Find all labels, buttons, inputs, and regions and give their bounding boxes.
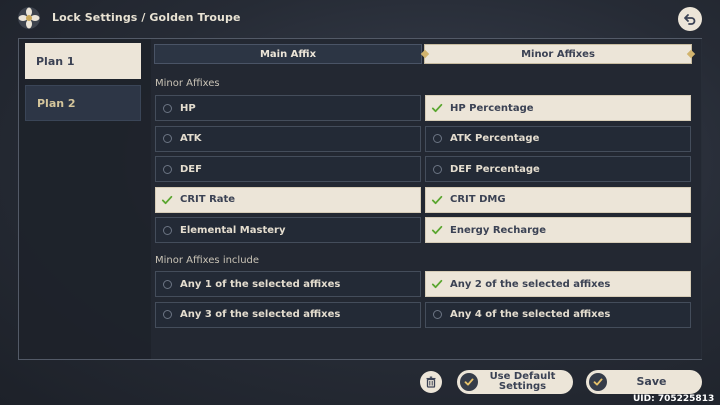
confirm-check-icon [460,373,478,391]
affix-option[interactable]: CRIT DMG [425,186,691,213]
option-label: CRIT DMG [450,194,506,206]
option-label: HP [180,102,196,114]
affix-option[interactable]: Any 4 of the selected affixes [425,301,691,328]
checkmark-icon [161,195,173,204]
plan-label: Plan 1 [36,54,75,68]
use-default-settings-button[interactable]: Use Default Settings [457,370,573,394]
checkmark-icon [431,278,443,290]
checkmark-icon [431,279,443,289]
option-label: Energy Recharge [450,224,546,236]
affix-option[interactable]: Any 1 of the selected affixes [155,271,421,297]
plan-1-tab[interactable]: Plan 1 [25,43,141,79]
delete-button[interactable] [420,371,442,393]
checkmark-icon [431,102,443,114]
radio-circle-icon [161,133,173,145]
option-label: ATK [180,133,202,145]
confirm-check-icon [589,373,607,391]
radio-circle-icon [431,163,443,175]
affix-option[interactable]: HP [155,95,421,121]
checkmark-icon [431,194,443,206]
plan-label: Plan 2 [37,96,76,110]
checkmark-icon [431,195,443,204]
affix-option[interactable]: DEF [155,156,421,183]
artifact-flower-icon [17,6,41,30]
affix-option[interactable]: CRIT Rate [155,186,421,213]
affix-option[interactable]: DEF Percentage [425,156,691,183]
radio-circle-icon [161,102,173,114]
affix-option[interactable]: Any 3 of the selected affixes [155,301,421,328]
checkmark-icon [161,194,173,206]
plan-list: Plan 1 Plan 2 [25,43,141,127]
affix-option[interactable]: Any 2 of the selected affixes [425,271,691,297]
checkmark-icon [431,226,443,235]
tab-label: Minor Affixes [521,48,595,60]
checkmark-icon [431,224,443,236]
radio-circle-icon [161,163,173,175]
option-label: Elemental Mastery [180,224,286,236]
radio-circle-icon [431,133,443,145]
uid-label: UID: 705225813 [633,394,715,404]
affix-option[interactable]: Elemental Mastery [155,217,421,244]
back-arrow-icon [684,14,696,25]
option-label: DEF Percentage [450,163,540,175]
include-heading: Minor Affixes include [155,255,260,266]
radio-circle-icon [161,278,173,290]
radio-circle-icon [161,309,173,321]
affix-option[interactable]: Energy Recharge [425,217,691,244]
option-label: DEF [180,163,202,175]
page-title: Lock Settings / Golden Troupe [52,11,241,24]
option-label: CRIT Rate [180,194,236,206]
affix-option[interactable]: HP Percentage [425,95,691,121]
option-label: Any 3 of the selected affixes [180,309,341,321]
option-label: Any 4 of the selected affixes [450,309,611,321]
option-label: Any 2 of the selected affixes [450,278,611,290]
affix-tabs: Main Affix Minor Affixes [154,44,696,66]
diamond-ornament-icon [420,49,430,59]
header: Lock Settings / Golden Troupe [0,0,720,36]
minor-affixes-heading: Minor Affixes [155,78,220,89]
trash-icon [426,376,436,388]
diamond-ornament-icon [686,49,696,59]
option-label: Any 1 of the selected affixes [180,278,341,290]
tab-main-affix[interactable]: Main Affix [154,44,422,64]
option-label: ATK Percentage [450,133,540,145]
plan-2-tab[interactable]: Plan 2 [25,85,141,121]
save-label: Save [636,375,667,388]
radio-circle-icon [161,224,173,236]
affix-option[interactable]: ATK Percentage [425,125,691,152]
save-button[interactable]: Save [586,370,702,394]
checkmark-icon [431,103,443,113]
use-default-label: Use Default Settings [478,372,573,392]
tab-minor-affixes[interactable]: Minor Affixes [420,44,696,64]
affix-option[interactable]: ATK [155,125,421,152]
tab-label: Main Affix [259,48,317,60]
radio-circle-icon [431,309,443,321]
option-label: HP Percentage [450,102,534,114]
back-button[interactable] [678,7,702,31]
label-line: Settings [498,381,547,392]
